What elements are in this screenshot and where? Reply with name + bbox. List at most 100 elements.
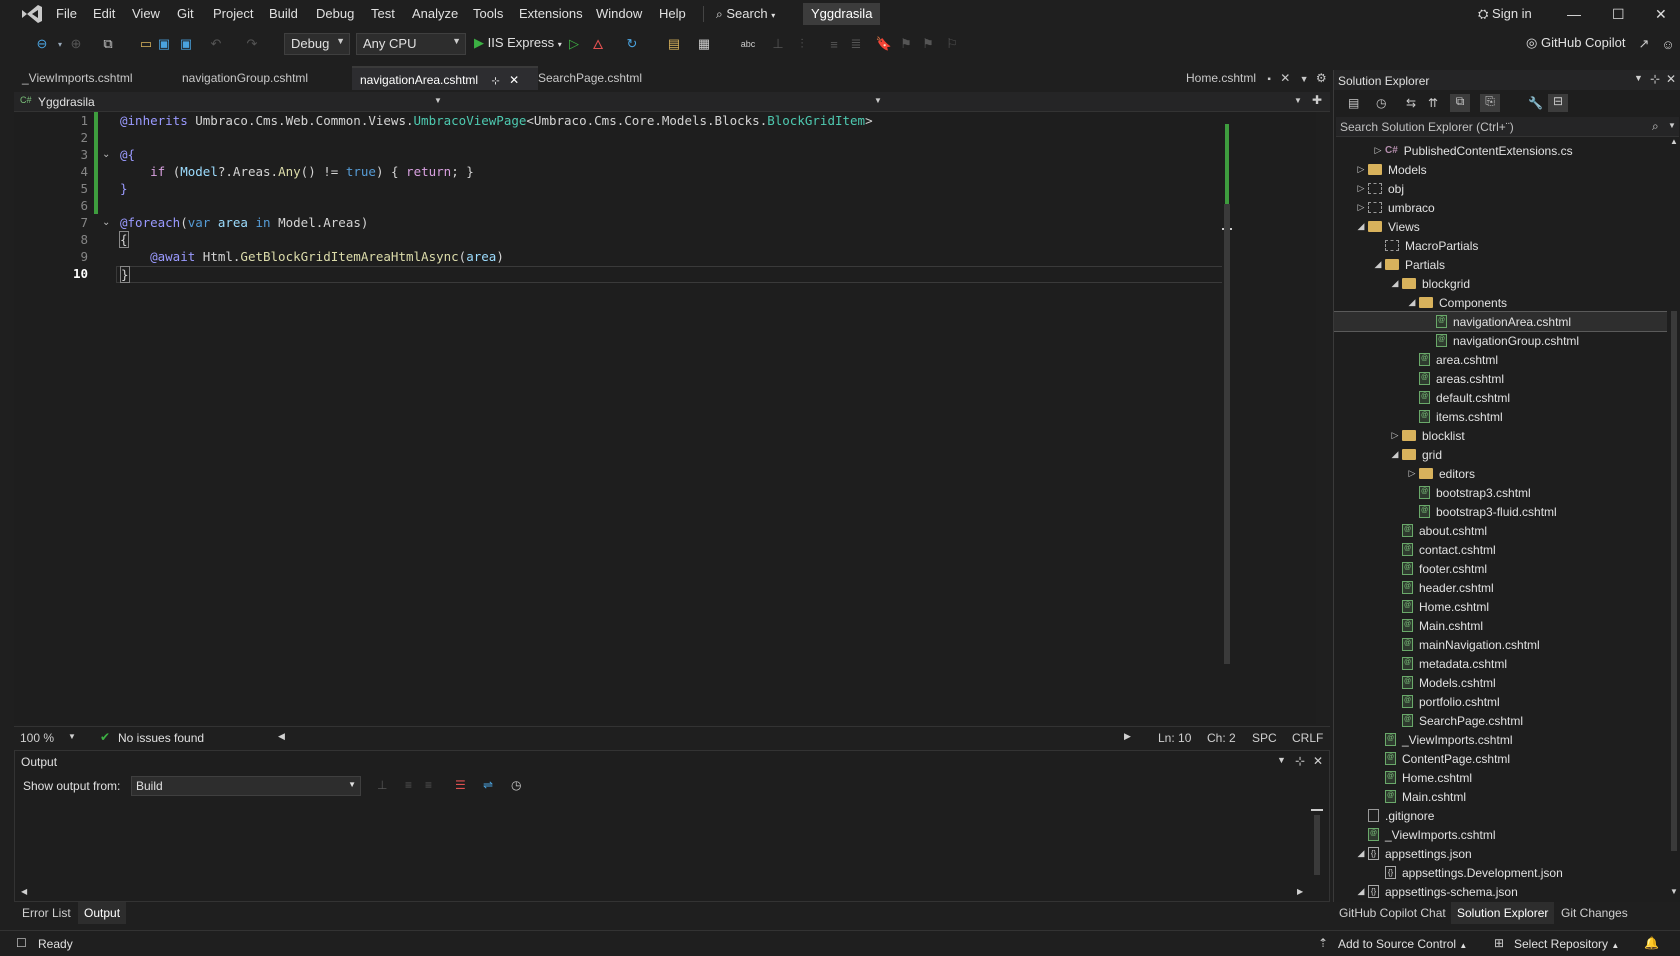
chevron-down-icon[interactable]: ▼ (1294, 96, 1302, 105)
save-all-icon[interactable]: ▣ (178, 36, 194, 52)
search-input[interactable]: Search Solution Explorer (Ctrl+¨) (1340, 120, 1514, 134)
scroll-up-icon[interactable]: ▲ (1670, 137, 1678, 146)
vertical-scrollbar[interactable] (1222, 112, 1232, 672)
collapsed-arrow-icon[interactable]: ▷ (1371, 145, 1385, 156)
menu-project[interactable]: Project (213, 6, 253, 21)
prev-bookmark-icon[interactable]: ⚑ (898, 36, 914, 52)
tree-item[interactable]: ▷ editors (1334, 464, 1667, 483)
panel-options-icon[interactable]: ▼ (1634, 73, 1643, 83)
close-tab-icon[interactable]: ✕ (1280, 71, 1290, 85)
pin-icon[interactable]: ▪ (1267, 74, 1271, 85)
tree-item[interactable]: @ Home.cshtml (1334, 597, 1667, 616)
start-without-debugging-icon[interactable]: ▷ (566, 36, 582, 52)
tree-item[interactable]: ◢{} appsettings-schema.json (1334, 882, 1667, 901)
split-editor-icon[interactable]: ✚ (1312, 93, 1322, 107)
tree-item[interactable]: @ ContentPage.cshtml (1334, 749, 1667, 768)
tree-item[interactable]: @ header.cshtml (1334, 578, 1667, 597)
scroll-down-icon[interactable]: ▼ (1670, 887, 1678, 896)
add-to-source-control-button[interactable]: Add to Source Control ▲ (1338, 937, 1467, 951)
project-dropdown[interactable]: Yggdrasila (38, 95, 95, 109)
scroll-right-icon[interactable]: ▶ (1124, 731, 1131, 742)
tab-copilot-chat[interactable]: GitHub Copilot Chat (1339, 906, 1446, 920)
forward-icon[interactable]: ⊕ (68, 36, 84, 52)
clear-bookmarks-icon[interactable]: ⚐ (944, 36, 960, 52)
tree-item[interactable]: MacroPartials (1334, 236, 1667, 255)
chevron-down-icon[interactable]: ▾ (52, 36, 68, 52)
menu-window[interactable]: Window (596, 6, 642, 21)
timestamp-icon[interactable]: ◷ (511, 778, 521, 792)
tree-item[interactable]: @ area.cshtml (1334, 350, 1667, 369)
menu-git[interactable]: Git (177, 6, 194, 21)
sync-icon[interactable]: ⇆ (1406, 96, 1416, 110)
scroll-right-icon[interactable]: ▶ (1297, 887, 1303, 896)
tree-item[interactable]: @ navigationArea.cshtml (1334, 311, 1667, 332)
output-vertical-scrollbar[interactable] (1311, 801, 1323, 887)
collapse-all-icon[interactable]: ⇈ (1428, 96, 1438, 110)
browse-icon[interactable]: ▤ (666, 36, 682, 52)
chevron-down-icon[interactable]: ▼ (434, 96, 442, 105)
menu-test[interactable]: Test (371, 6, 395, 21)
scrollbar-thumb[interactable] (1314, 815, 1320, 875)
menu-tools[interactable]: Tools (473, 6, 503, 21)
tree-item[interactable]: ▷ C# PublishedContentExtensions.cs (1334, 141, 1667, 160)
minimize-button[interactable]: — (1567, 6, 1581, 22)
tree-item[interactable]: ◢ Partials (1334, 255, 1667, 274)
chevron-down-icon[interactable]: ▼ (874, 96, 882, 105)
tree-item[interactable]: {} appsettings.Development.json (1334, 863, 1667, 882)
expanded-arrow-icon[interactable]: ◢ (1354, 848, 1368, 859)
tree-item[interactable]: ▷ blocklist (1334, 426, 1667, 445)
menu-edit[interactable]: Edit (93, 6, 115, 21)
collapsed-arrow-icon[interactable]: ▷ (1405, 468, 1419, 479)
menu-build[interactable]: Build (269, 6, 298, 21)
line-ending-indicator[interactable]: CRLF (1292, 731, 1323, 745)
tab-searchpage[interactable]: SearchPage.cshtml (530, 66, 680, 90)
close-tab-icon[interactable]: ✕ (509, 73, 519, 87)
tree-item[interactable]: @ Models.cshtml (1334, 673, 1667, 692)
collapsed-arrow-icon[interactable]: ▷ (1354, 202, 1368, 213)
menu-analyze[interactable]: Analyze (412, 6, 458, 21)
tab-git-changes[interactable]: Git Changes (1561, 906, 1628, 920)
menu-file[interactable]: File (56, 6, 77, 21)
back-icon[interactable]: ⊖ (34, 36, 50, 52)
collapsed-arrow-icon[interactable]: ▷ (1354, 164, 1368, 175)
panel-options-icon[interactable]: ▼ (1277, 755, 1286, 765)
tab-viewimports[interactable]: _ViewImports.cshtml (14, 66, 164, 90)
bell-icon[interactable]: 🔔 (1644, 936, 1659, 950)
tree-item[interactable]: ◢ Views (1334, 217, 1667, 236)
prev-message-icon[interactable]: ≡ (405, 778, 412, 792)
tree-item[interactable]: @ mainNavigation.cshtml (1334, 635, 1667, 654)
layout-icon[interactable]: ▦ (696, 36, 712, 52)
expanded-arrow-icon[interactable]: ◢ (1354, 886, 1368, 897)
scrollbar-thumb[interactable] (1224, 204, 1230, 664)
clear-all-icon[interactable]: ☰ (455, 778, 466, 792)
scrollbar-thumb[interactable] (1671, 311, 1677, 851)
tree-item[interactable]: @ navigationGroup.cshtml (1334, 331, 1667, 350)
tree-item[interactable]: @ items.cshtml (1334, 407, 1667, 426)
preview-selected-icon[interactable]: ⎘ (1480, 94, 1500, 112)
menu-extensions[interactable]: Extensions (519, 6, 583, 21)
search-icon[interactable]: ⌕ (1652, 119, 1659, 134)
tree-item[interactable]: ◢{} appsettings.json (1334, 844, 1667, 863)
pin-icon[interactable]: ⊹ (1295, 754, 1305, 768)
tab-navigationgroup[interactable]: navigationGroup.cshtml (174, 66, 340, 90)
menu-view[interactable]: View (132, 6, 160, 21)
tab-home[interactable]: Home.cshtml ▪ ✕ ▼ ⚙ (1178, 66, 1328, 90)
code-editor[interactable]: 1 2 3 4 5 6 7 8 9 10 ⌄ ⌄ @inherits Umbra… (14, 112, 1316, 724)
gear-icon[interactable]: ⚙ (1316, 71, 1327, 85)
format-icon[interactable]: ⊥ (770, 36, 786, 52)
tab-output[interactable]: Output (78, 902, 127, 924)
pending-changes-filter-icon[interactable]: ◷ (1376, 96, 1386, 110)
tab-list-icon[interactable]: ▼ (1300, 74, 1309, 84)
scroll-left-icon[interactable]: ◀ (21, 887, 27, 896)
collapsed-arrow-icon[interactable]: ▷ (1354, 183, 1368, 194)
close-window-button[interactable]: ✕ (1655, 6, 1667, 23)
chevron-down-icon[interactable]: ▼ (68, 732, 76, 741)
show-all-files-icon[interactable]: ⧉ (1450, 94, 1470, 112)
bookmark-icon[interactable]: 🔖 (876, 36, 892, 52)
tree-item[interactable]: @ footer.cshtml (1334, 559, 1667, 578)
tab-error-list[interactable]: Error List (22, 906, 71, 920)
share-icon[interactable]: ↗ (1636, 36, 1652, 52)
tree-item[interactable]: ◢ grid (1334, 445, 1667, 464)
save-icon[interactable]: ▣ (156, 36, 172, 52)
column-indicator[interactable]: Ch: 2 (1207, 731, 1236, 745)
